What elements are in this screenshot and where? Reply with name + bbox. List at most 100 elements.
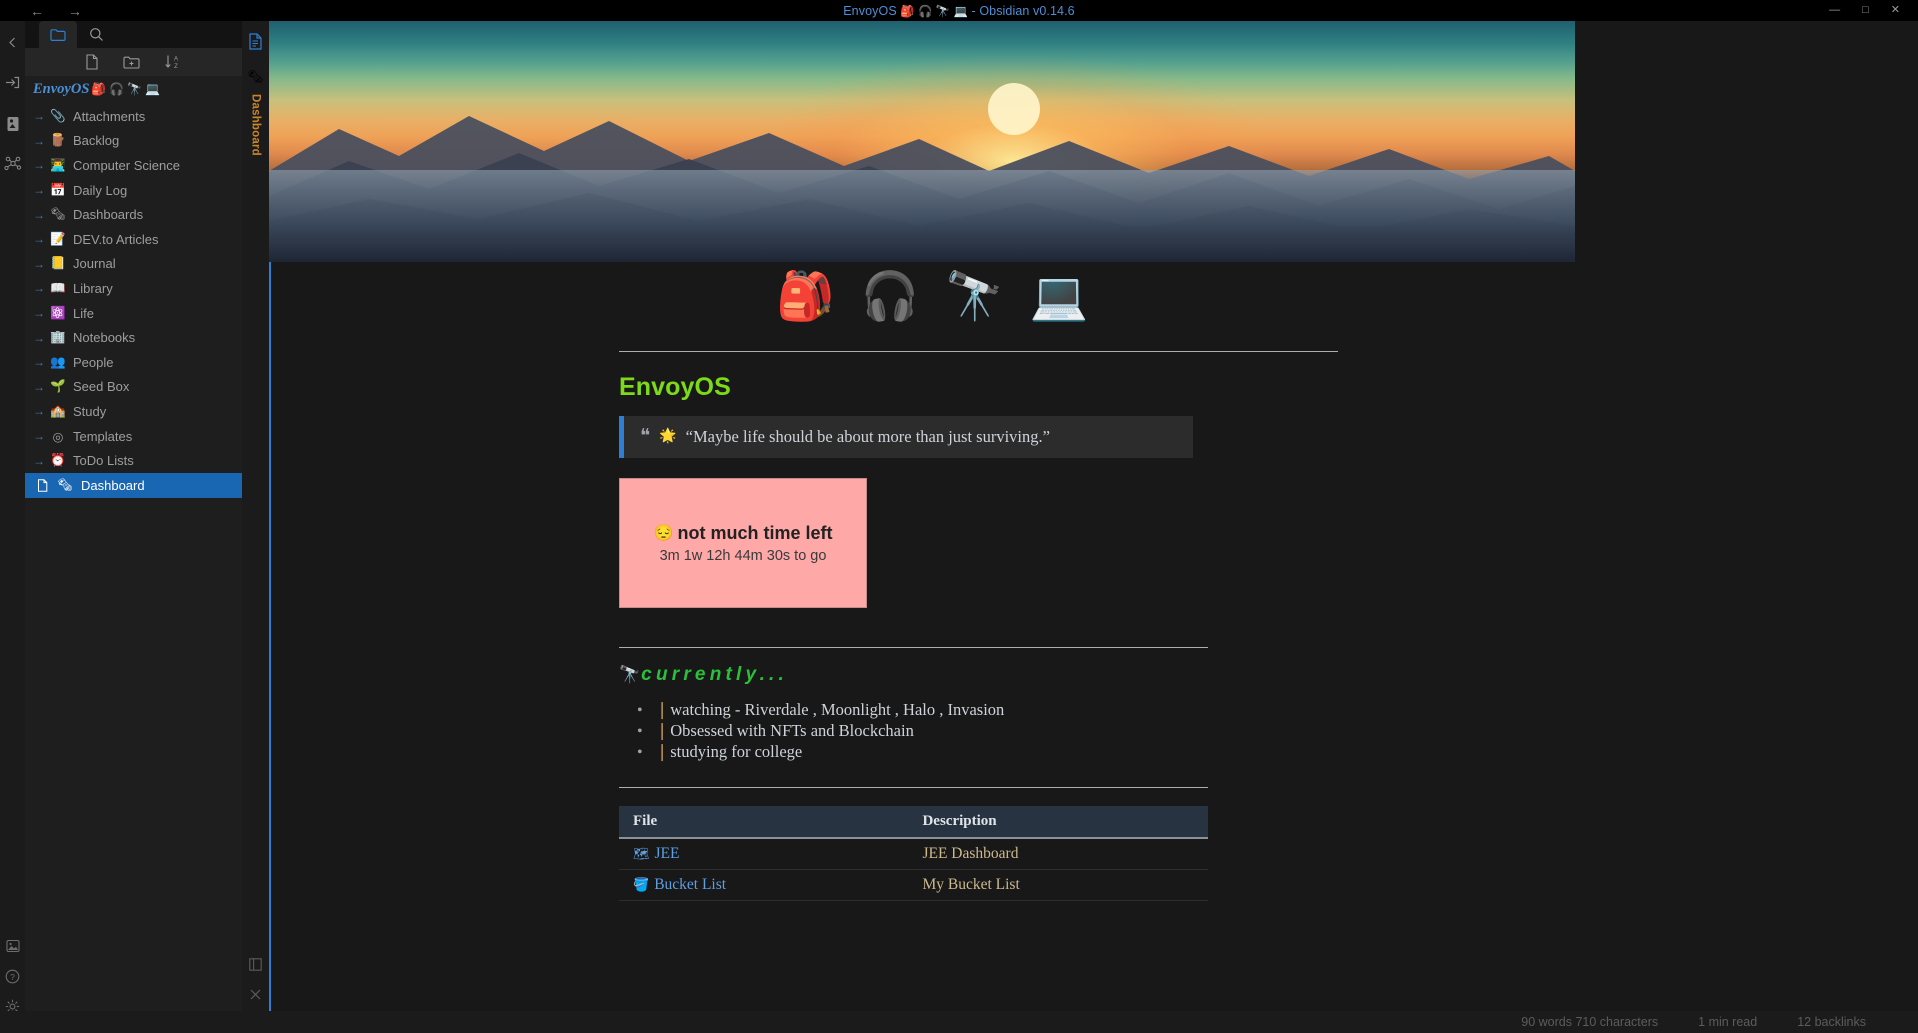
- tree-item-emoji: ⚛️: [50, 305, 66, 320]
- tree-item-emoji: ◎: [52, 429, 64, 444]
- tree-item-label: Computer Science: [73, 157, 180, 173]
- tree-item-emoji: 🌱: [50, 379, 66, 394]
- chevron-right-icon[interactable]: →: [33, 109, 45, 123]
- countdown-title: 😔 not much time left: [654, 523, 833, 544]
- divider-3: [619, 787, 1208, 788]
- tab-search[interactable]: [77, 21, 115, 48]
- vault-title[interactable]: EnvoyOS 🎒 🎧 🔭 💻: [25, 76, 242, 102]
- bullet-dot-icon: •: [637, 723, 643, 740]
- tree-item-daily-log[interactable]: → 📅 Daily Log: [25, 178, 242, 203]
- chevron-right-icon[interactable]: →: [33, 134, 45, 148]
- document-icon[interactable]: [242, 26, 269, 56]
- tree-item-label: Daily Log: [73, 182, 128, 198]
- tree-item-journal[interactable]: → 📒 Journal: [25, 252, 242, 277]
- tree-item-emoji: 🏫: [50, 403, 66, 418]
- internal-link[interactable]: JEE: [655, 845, 680, 862]
- table-header-row: File Description: [619, 806, 1208, 839]
- list-item: • ❘ Obsessed with NFTs and Blockchain: [637, 721, 1575, 742]
- open-vault-icon[interactable]: [0, 67, 25, 97]
- table-row: 🗺 JEE JEE Dashboard: [619, 838, 1208, 870]
- new-folder-button[interactable]: [123, 55, 140, 70]
- chevron-right-icon[interactable]: →: [33, 404, 45, 418]
- tree-item-label: DEV.to Articles: [73, 231, 159, 247]
- chevron-right-icon[interactable]: →: [33, 257, 45, 271]
- tree-item-attachments[interactable]: → 📎 Attachments: [25, 104, 242, 129]
- chevron-right-icon[interactable]: →: [33, 331, 45, 345]
- chevron-right-icon[interactable]: →: [33, 429, 45, 443]
- read-time[interactable]: 1 min read: [1698, 1015, 1757, 1029]
- tree-item-dev-to-articles[interactable]: → 📝 DEV.to Articles: [25, 227, 242, 252]
- table-row-emoji: 🗺: [633, 846, 650, 861]
- maximize-icon[interactable]: □: [1862, 5, 1869, 16]
- chevron-right-icon[interactable]: →: [33, 232, 45, 246]
- svg-text:?: ?: [10, 972, 15, 982]
- tree-item-seed-box[interactable]: → 🌱 Seed Box: [25, 375, 242, 400]
- window-title-vault: EnvoyOS: [843, 3, 897, 18]
- tree-item-life[interactable]: → ⚛️ Life: [25, 301, 242, 326]
- tree-item-label: People: [73, 354, 114, 370]
- sad-face-icon: 😔: [653, 525, 674, 542]
- tree-item-templates[interactable]: → ◎ Templates: [25, 424, 242, 449]
- title-bar-navigation: ← →: [30, 4, 82, 18]
- tree-item-emoji: 📅: [50, 182, 66, 197]
- tree-item-study[interactable]: → 🏫 Study: [25, 399, 242, 424]
- chevron-right-icon[interactable]: →: [33, 454, 45, 468]
- note-banner-image: [269, 21, 1575, 262]
- divider-1: [619, 351, 1338, 352]
- tab-files[interactable]: [39, 21, 77, 48]
- new-note-button[interactable]: [85, 54, 99, 70]
- chevron-right-icon[interactable]: →: [33, 355, 45, 369]
- close-icon[interactable]: ✕: [1891, 5, 1900, 16]
- banner-emoji: 🔭: [945, 269, 1004, 322]
- tree-item-backlog[interactable]: → 🪵 Backlog: [25, 129, 242, 154]
- sort-az-button[interactable]: A Z: [164, 54, 182, 70]
- tree-item-dashboard[interactable]: 🗞 Dashboard: [25, 472, 242, 498]
- chevron-right-icon[interactable]: →: [33, 208, 45, 222]
- table-cell-file[interactable]: 🪣 Bucket List: [619, 869, 909, 901]
- tree-item-emoji: 📝: [50, 231, 66, 246]
- list-item-text: studying for college: [670, 742, 803, 761]
- list-item-text: Obsessed with NFTs and Blockchain: [670, 721, 914, 740]
- backlinks-count[interactable]: 12 backlinks: [1797, 1015, 1866, 1029]
- quick-note-icon[interactable]: [0, 109, 25, 139]
- table-cell-description: My Bucket List: [908, 869, 1208, 901]
- tree-item-people[interactable]: → 👥 People: [25, 350, 242, 375]
- tree-item-emoji: 📎: [50, 108, 66, 123]
- tree-item-emoji: 🪵: [50, 133, 66, 148]
- help-icon[interactable]: ?: [0, 961, 25, 991]
- tree-item-todo-lists[interactable]: → ⏰ ToDo Lists: [25, 448, 242, 473]
- word-count[interactable]: 90 words 710 characters: [1521, 1015, 1658, 1029]
- back-arrow-icon[interactable]: ←: [30, 4, 44, 18]
- split-pane-icon[interactable]: [242, 949, 269, 979]
- tree-item-library[interactable]: → 📖 Library: [25, 276, 242, 301]
- internal-link[interactable]: Bucket List: [654, 876, 726, 893]
- dashboard-icon[interactable]: 🗞: [242, 62, 269, 92]
- vertical-tab-dashboard-label[interactable]: Dashboard: [250, 94, 262, 156]
- close-tab-icon[interactable]: [242, 979, 269, 1009]
- vertical-tab-strip: 🗞 Dashboard: [242, 21, 269, 1033]
- image-icon[interactable]: [0, 931, 25, 961]
- tree-item-label: Seed Box: [73, 379, 130, 395]
- chevron-right-icon[interactable]: →: [33, 183, 45, 197]
- forward-arrow-icon[interactable]: →: [68, 4, 82, 18]
- table-cell-file[interactable]: 🗺 JEE: [619, 838, 909, 870]
- chevron-right-icon[interactable]: →: [33, 306, 45, 320]
- tree-item-label: Attachments: [73, 108, 146, 124]
- file-icon: [37, 479, 49, 492]
- file-explorer-pane: A Z EnvoyOS 🎒 🎧 🔭 💻 → 📎 Attachments → 🪵 Backl…: [25, 21, 242, 1033]
- files-table: File Description 🗺 JEE JEE Dashboard 🪣 Bucke…: [619, 806, 1208, 901]
- tree-item-computer-science[interactable]: → 👨‍💻 Computer Science: [25, 153, 242, 178]
- chevron-right-icon[interactable]: →: [33, 380, 45, 394]
- collapse-left-icon[interactable]: [0, 27, 25, 57]
- minimize-icon[interactable]: —: [1829, 5, 1840, 16]
- currently-heading-text: currently...: [641, 664, 789, 685]
- chevron-right-icon[interactable]: →: [33, 158, 45, 172]
- graph-view-icon[interactable]: [0, 149, 25, 179]
- tree-item-label: Backlog: [73, 133, 120, 149]
- title-bar: ← → EnvoyOS 🎒 🎧 🔭 💻 - Obsidian v0.14.6 —…: [0, 0, 1918, 21]
- tree-item-notebooks[interactable]: → 🏢 Notebooks: [25, 325, 242, 350]
- tree-item-label: Notebooks: [73, 330, 136, 346]
- window-title-emojis: 🎒 🎧 🔭 💻: [900, 5, 968, 18]
- tree-item-dashboards[interactable]: → 🗞 Dashboards: [25, 202, 242, 227]
- chevron-right-icon[interactable]: →: [33, 281, 45, 295]
